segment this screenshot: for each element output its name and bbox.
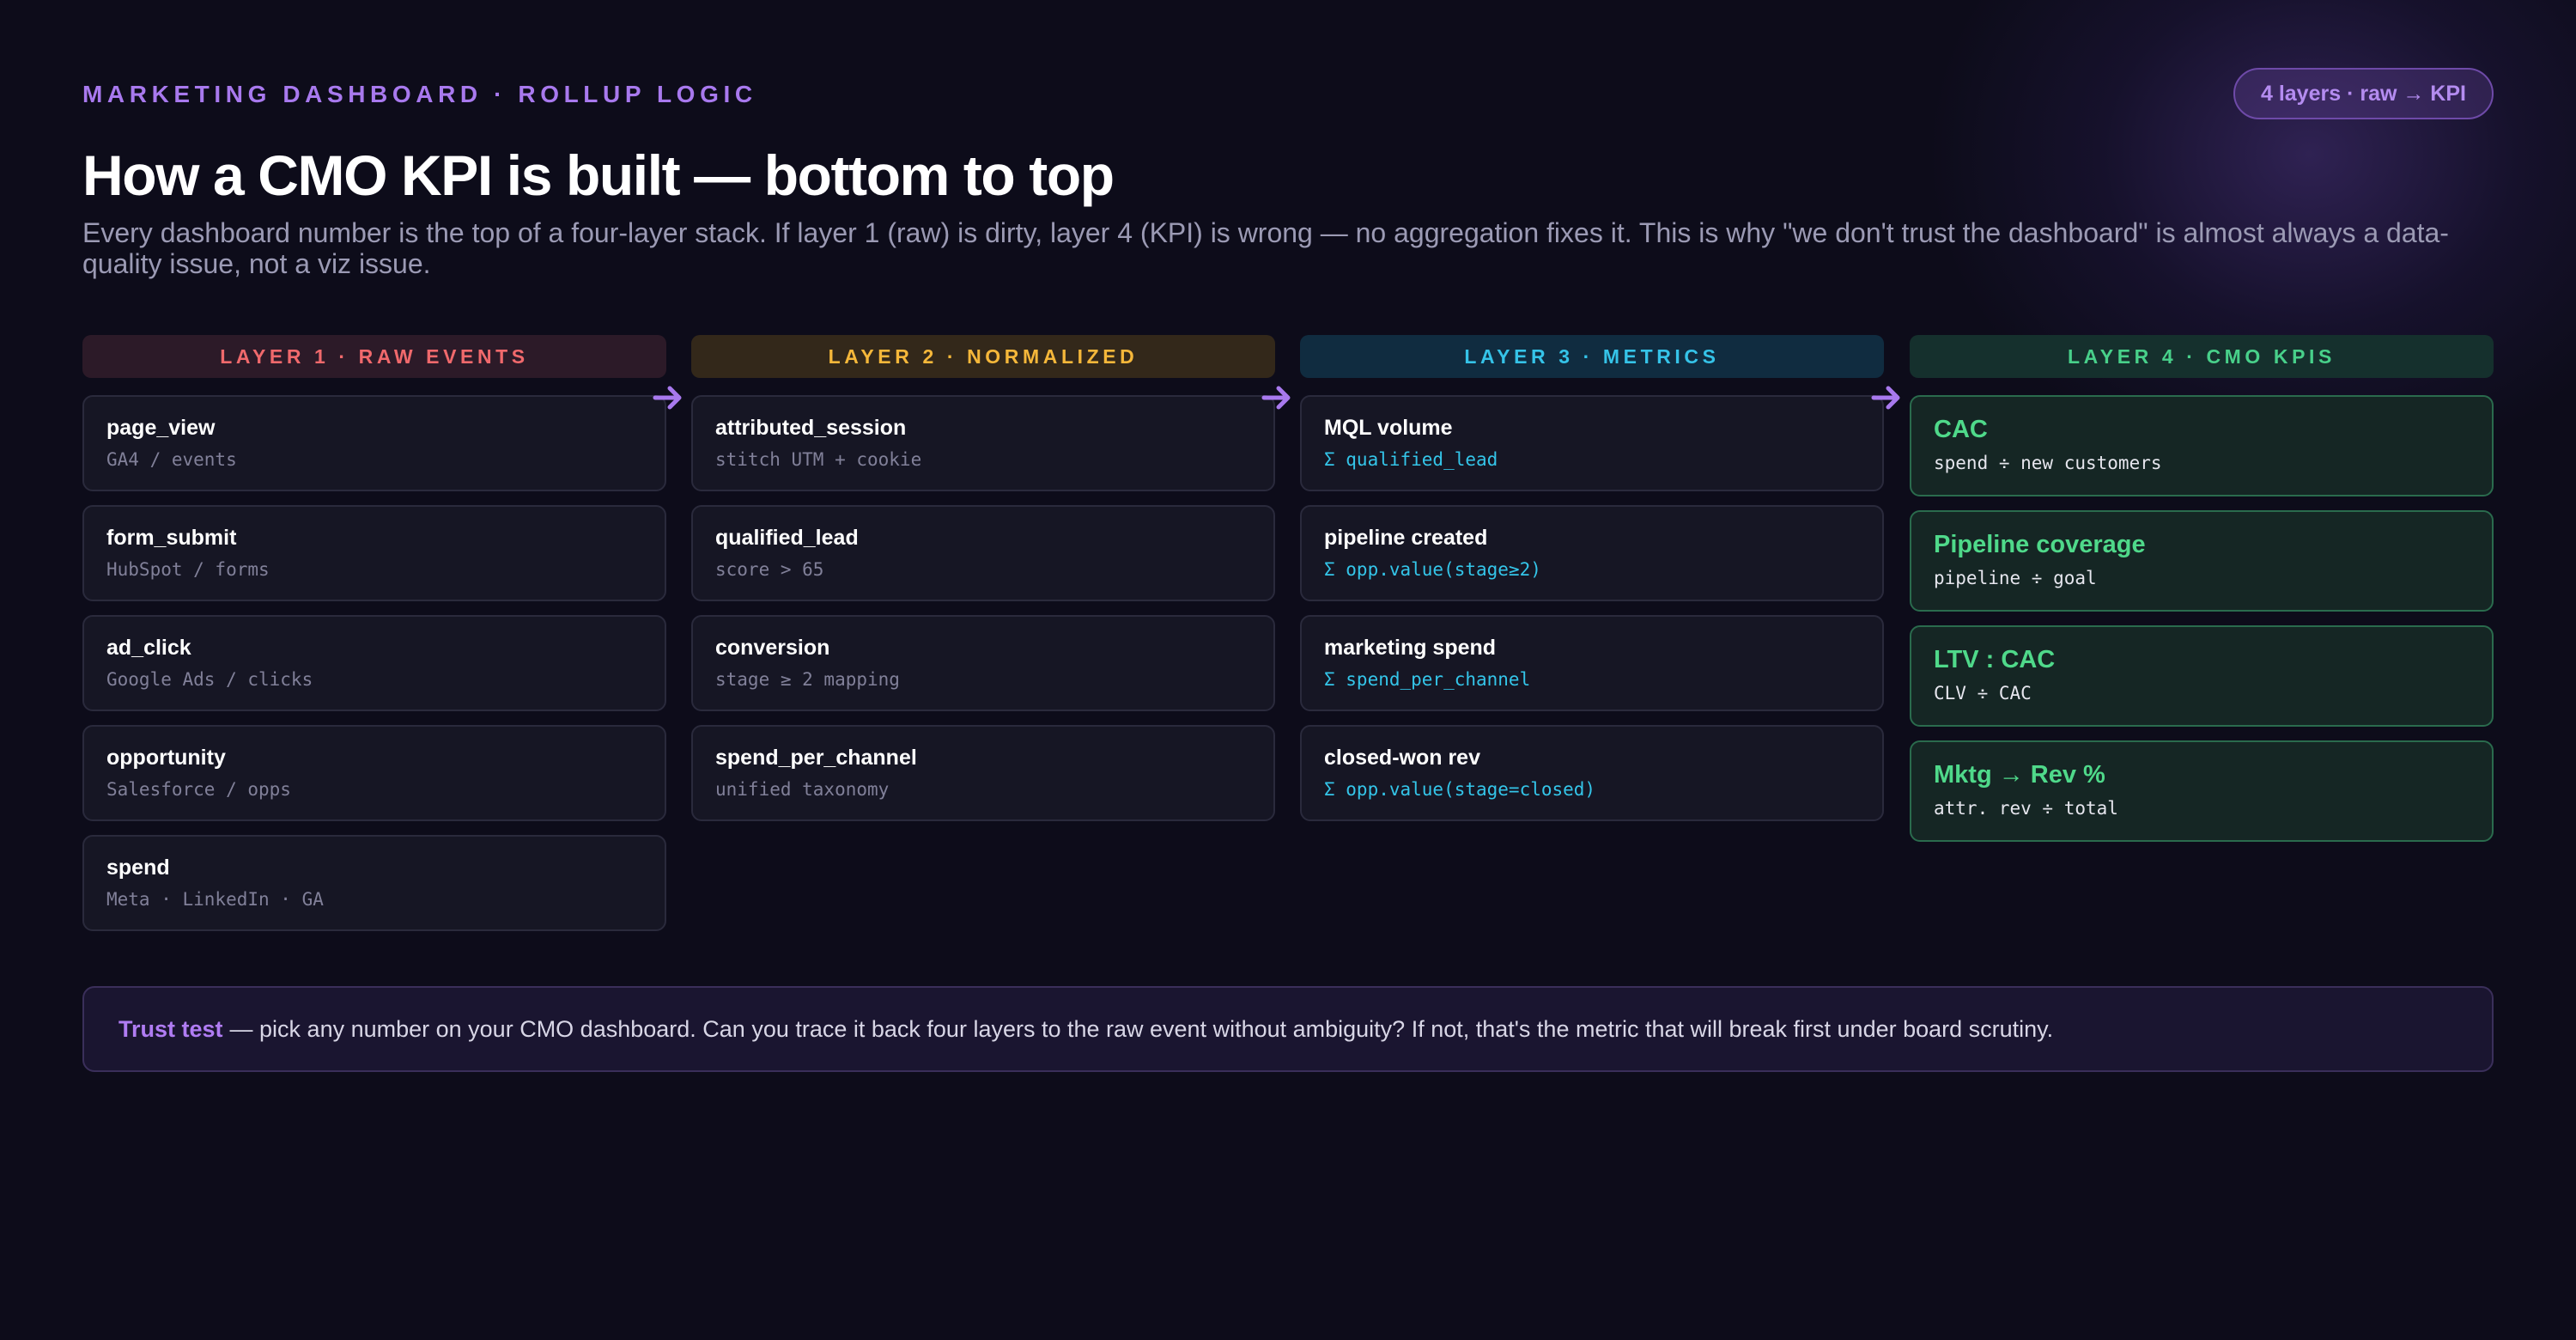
card-name: qualified_lead xyxy=(715,526,859,550)
card-name: marketing spend xyxy=(1324,636,1497,660)
kpi-name: CAC xyxy=(1934,416,1988,443)
layer-card: ad_click Google Ads / clicks xyxy=(82,615,666,711)
card-name: attributed_session xyxy=(715,416,907,440)
layer-card: page_view GA4 / events xyxy=(82,395,666,491)
layer-card: pipeline created Σ opp.value(stage≥2) xyxy=(1300,505,1884,601)
layer-column-raw-events: LAYER 1 · RAW EVENTS page_view GA4 / eve… xyxy=(82,335,666,945)
card-formula: Σ spend_per_channel xyxy=(1324,669,1531,690)
layer-card: spend_per_channel unified taxonomy xyxy=(691,725,1275,821)
kpi-formula: pipeline ÷ goal xyxy=(1934,568,2097,588)
layer-header: LAYER 4 · CMO KPIS xyxy=(1910,335,2494,378)
layer-card: form_submit HubSpot / forms xyxy=(82,505,666,601)
arrow-right-icon xyxy=(1871,386,1900,410)
trust-test-label: Trust test xyxy=(118,1015,223,1042)
kpi-name: LTV : CAC xyxy=(1934,646,2056,673)
page-subtitle: Every dashboard number is the top of a f… xyxy=(82,217,2449,279)
kpi-name: Pipeline coverage xyxy=(1934,531,2146,558)
layer-header: LAYER 2 · NORMALIZED xyxy=(691,335,1275,378)
kpi-formula: CLV ÷ CAC xyxy=(1934,683,2032,704)
eyebrow-label: MARKETING DASHBOARD · ROLLUP LOGIC xyxy=(82,81,757,107)
layer-card: attributed_session stitch UTM + cookie xyxy=(691,395,1275,491)
card-detail: GA4 / events xyxy=(106,449,237,470)
card-name: opportunity xyxy=(106,746,226,770)
card-name: conversion xyxy=(715,636,830,660)
layer-header: LAYER 3 · METRICS xyxy=(1300,335,1884,378)
card-detail: score > 65 xyxy=(715,559,824,580)
card-formula: Σ qualified_lead xyxy=(1324,449,1498,470)
layer-card: spend Meta · LinkedIn · GA xyxy=(82,835,666,931)
kpi-formula: spend ÷ new customers xyxy=(1934,453,2162,473)
kpi-card: CAC spend ÷ new customers xyxy=(1910,395,2494,496)
card-detail: Meta · LinkedIn · GA xyxy=(106,889,324,910)
kpi-formula: attr. rev ÷ total xyxy=(1934,798,2118,819)
layers-badge: 4 layers · raw → KPI xyxy=(2233,68,2494,119)
card-name: pipeline created xyxy=(1324,526,1488,550)
card-detail: unified taxonomy xyxy=(715,779,890,800)
card-detail: Salesforce / opps xyxy=(106,779,291,800)
page: MARKETING DASHBOARD · ROLLUP LOGIC 4 lay… xyxy=(82,0,2494,1340)
layer-card: marketing spend Σ spend_per_channel xyxy=(1300,615,1884,711)
kpi-card: Mktg → Rev % attr. rev ÷ total xyxy=(1910,740,2494,842)
card-name: page_view xyxy=(106,416,216,440)
layer-card: closed-won rev Σ opp.value(stage=closed) xyxy=(1300,725,1884,821)
trust-test-text: — pick any number on your CMO dashboard.… xyxy=(229,1015,2054,1042)
trust-test-callout: Trust test — pick any number on your CMO… xyxy=(82,986,2494,1072)
layer-column-metrics: LAYER 3 · METRICS MQL volume Σ qualified… xyxy=(1261,335,1884,835)
card-detail: Google Ads / clicks xyxy=(106,669,313,690)
card-name: closed-won rev xyxy=(1324,746,1480,770)
card-name: form_submit xyxy=(106,526,237,550)
card-detail: stage ≥ 2 mapping xyxy=(715,669,900,690)
kpi-name: Mktg → Rev % xyxy=(1934,761,2105,789)
layer-card: qualified_lead score > 65 xyxy=(691,505,1275,601)
card-detail: HubSpot / forms xyxy=(106,559,270,580)
kpi-card: Pipeline coverage pipeline ÷ goal xyxy=(1910,510,2494,612)
kpi-card: LTV : CAC CLV ÷ CAC xyxy=(1910,625,2494,727)
card-name: ad_click xyxy=(106,636,191,660)
layer-card: conversion stage ≥ 2 mapping xyxy=(691,615,1275,711)
layer-card: opportunity Salesforce / opps xyxy=(82,725,666,821)
card-name: spend_per_channel xyxy=(715,746,917,770)
page-title: How a CMO KPI is built — bottom to top xyxy=(82,143,1115,207)
card-formula: Σ opp.value(stage≥2) xyxy=(1324,559,1541,580)
layer-column-normalized: LAYER 2 · NORMALIZED attributed_session … xyxy=(653,335,1275,835)
card-formula: Σ opp.value(stage=closed) xyxy=(1324,779,1596,800)
layer-header: LAYER 1 · RAW EVENTS xyxy=(82,335,666,378)
arrow-right-icon xyxy=(1261,386,1291,410)
layer-card: MQL volume Σ qualified_lead xyxy=(1300,395,1884,491)
layer-column-cmo-kpis: LAYER 4 · CMO KPIS CAC spend ÷ new custo… xyxy=(1871,335,2494,856)
card-detail: stitch UTM + cookie xyxy=(715,449,922,470)
card-name: MQL volume xyxy=(1324,416,1453,440)
card-name: spend xyxy=(106,856,170,880)
arrow-right-icon xyxy=(653,386,682,410)
